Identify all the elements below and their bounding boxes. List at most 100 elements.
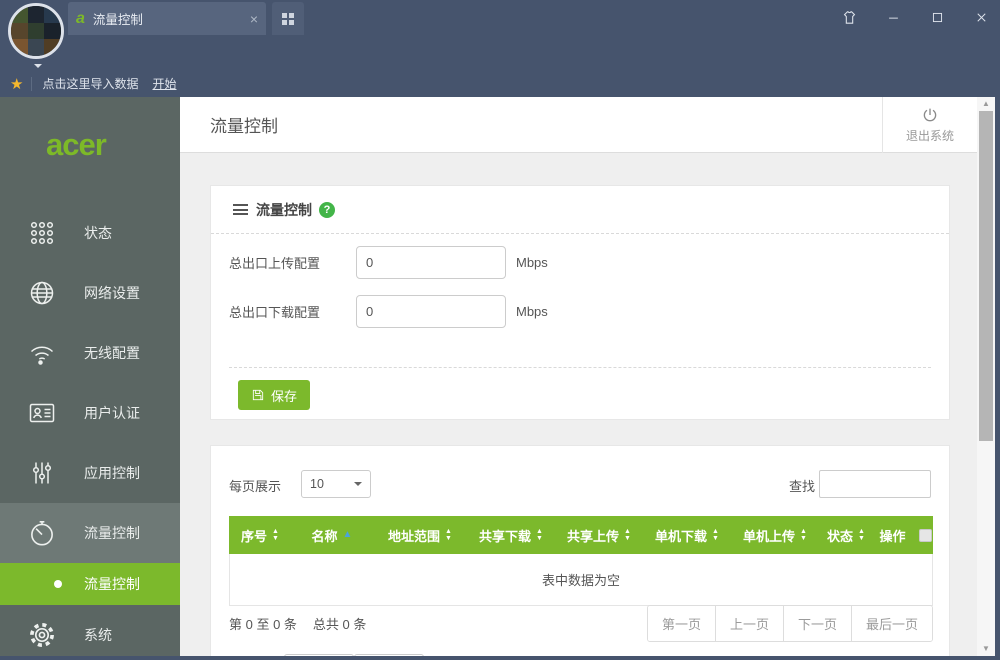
sort-icon[interactable] [624, 528, 631, 542]
next-page-button[interactable]: 下一页 [782, 605, 851, 641]
sidebar-item-label: 应用控制 [84, 465, 140, 481]
sidebar-item-label: 系统 [84, 627, 112, 643]
bookmarks-star-icon[interactable]: ★ [10, 75, 23, 93]
col-header-name[interactable]: 名称 [291, 526, 373, 545]
per-page-select[interactable]: 10 [301, 470, 371, 498]
table-footer: 第 0 至 0 条 总共 0 条 第一页 上一页 下一页 最后一页 [229, 604, 933, 642]
empty-table-row: 表中数据为空 [229, 554, 933, 606]
download-config-input[interactable] [356, 295, 506, 328]
tab-close-icon[interactable]: × [250, 11, 258, 27]
close-icon [976, 13, 986, 22]
import-data-link[interactable]: 点击这里导入数据 [42, 75, 138, 92]
sidebar-item-label: 无线配置 [84, 345, 140, 361]
floppy-save-icon [252, 389, 264, 401]
window-border-bottom [0, 656, 1000, 660]
col-header-shared-upload[interactable]: 共享上传 [555, 526, 643, 545]
globe-icon [30, 281, 54, 305]
find-input[interactable] [819, 470, 931, 498]
close-window-button[interactable] [972, 9, 990, 27]
col-header-address-range[interactable]: 地址范围 [373, 526, 467, 545]
last-page-button[interactable]: 最后一页 [850, 605, 932, 641]
pagination-info: 第 0 至 0 条 总共 0 条 [229, 614, 647, 633]
table-controls: 每页展示 10 查找 [211, 470, 949, 498]
sidebar-item-wireless-config[interactable]: 无线配置 [0, 323, 180, 383]
scrollbar-thumb[interactable] [979, 111, 993, 441]
traffic-rules-table-panel: 每页展示 10 查找 序号 名称 地址范围 共享下载 共享上传 单机下载 单机上… [210, 445, 950, 660]
upload-config-label: 总出口上传配置 [229, 256, 321, 271]
active-bullet-icon [54, 580, 62, 588]
tab-grid-icon [282, 12, 294, 25]
sidebar-subitem-traffic-control[interactable]: 流量控制 [0, 563, 180, 605]
sort-asc-icon[interactable] [343, 530, 353, 540]
upload-config-input[interactable] [356, 246, 506, 279]
content-area: 流量控制 ? 总出口上传配置 Mbps 总出口下载配置 Mbps 保存 [180, 153, 977, 660]
sort-icon[interactable] [445, 528, 452, 542]
save-label: 保存 [271, 388, 298, 404]
sidebar-item-app-control[interactable]: 应用控制 [0, 443, 180, 503]
sidebar-item-traffic-control[interactable]: 流量控制 [0, 503, 180, 563]
upload-config-row: 总出口上传配置 Mbps [211, 246, 548, 279]
browser-window: a 流量控制 × 百度 ★ 点击这里导入数据 开始 acer 状态 网络设置 无… [0, 0, 1000, 660]
sidebar-item-status[interactable]: 状态 [0, 203, 180, 263]
col-header-single-download[interactable]: 单机下载 [643, 526, 731, 545]
first-page-button[interactable]: 第一页 [647, 605, 715, 641]
sidebar-item-label: 状态 [84, 225, 112, 241]
sort-icon[interactable] [272, 528, 279, 542]
minimize-button[interactable] [884, 9, 902, 27]
maximize-button[interactable] [928, 9, 946, 27]
total-info: 总共 0 条 [312, 616, 367, 632]
sidebar-item-user-auth[interactable]: 用户认证 [0, 383, 180, 443]
download-config-row: 总出口下载配置 Mbps [211, 295, 548, 328]
avatar-dropdown-caret-icon[interactable] [34, 64, 42, 72]
sort-icon[interactable] [712, 528, 719, 542]
browser-tab[interactable]: a 流量控制 × [68, 2, 266, 35]
logout-button[interactable]: 退出系统 [882, 96, 977, 153]
range-info: 第 0 至 0 条 [229, 616, 297, 632]
save-button[interactable]: 保存 [238, 380, 311, 410]
empty-table-message: 表中数据为空 [541, 573, 620, 588]
upload-unit-label: Mbps [516, 255, 548, 270]
minimize-icon [888, 17, 898, 19]
per-page-label: 每页展示 [229, 479, 282, 494]
sliders-icon [32, 462, 52, 484]
status-grid-icon [30, 221, 54, 245]
sort-icon[interactable] [800, 528, 807, 542]
sidebar-item-system[interactable]: 系统 [0, 605, 180, 660]
col-header-actions: 操作 [879, 528, 906, 544]
help-icon[interactable]: ? [319, 201, 335, 218]
select-caret-icon [354, 482, 362, 490]
sidebar-item-label: 流量控制 [84, 525, 140, 541]
scroll-up-icon[interactable]: ▲ [977, 97, 995, 111]
scroll-down-icon[interactable]: ▼ [977, 642, 995, 656]
window-border-right [995, 97, 1000, 660]
list-icon [233, 202, 248, 218]
panel-title: 流量控制 [256, 201, 312, 218]
download-config-label: 总出口下载配置 [229, 305, 321, 320]
sort-icon[interactable] [536, 528, 543, 542]
bookmarks-divider [31, 76, 33, 91]
prev-page-button[interactable]: 上一页 [714, 605, 783, 641]
panel-header: 流量控制 ? [211, 186, 949, 234]
col-header-shared-download[interactable]: 共享下载 [467, 526, 555, 545]
sidebar: acer 状态 网络设置 无线配置 用户认证 应用控制 流量控制 流量控制 系统 [0, 97, 180, 656]
user-avatar[interactable] [8, 3, 64, 59]
page-title: 流量控制 [210, 117, 278, 136]
page-scrollbar[interactable]: ▲ ▼ [977, 97, 995, 656]
theme-skin-button[interactable] [840, 9, 858, 27]
logout-label: 退出系统 [905, 128, 954, 143]
start-link[interactable]: 开始 [152, 75, 176, 92]
tab-favicon-acer-icon: a [76, 9, 85, 27]
rules-table: 序号 名称 地址范围 共享下载 共享上传 单机下载 单机上传 状态 操作 表中数… [229, 516, 933, 606]
find-label: 查找 [789, 479, 816, 494]
sidebar-item-network-settings[interactable]: 网络设置 [0, 263, 180, 323]
sort-icon[interactable] [858, 528, 865, 542]
col-header-index[interactable]: 序号 [229, 526, 291, 545]
wifi-icon [30, 346, 54, 365]
tab-list-button[interactable] [272, 2, 304, 35]
col-header-status[interactable]: 状态 [819, 526, 873, 545]
maximize-icon [932, 12, 942, 23]
select-all-checkbox[interactable] [918, 528, 932, 542]
col-header-single-upload[interactable]: 单机上传 [731, 526, 819, 545]
sidebar-item-label: 网络设置 [84, 285, 140, 301]
table-header-row: 序号 名称 地址范围 共享下载 共享上传 单机下载 单机上传 状态 操作 [229, 516, 933, 554]
